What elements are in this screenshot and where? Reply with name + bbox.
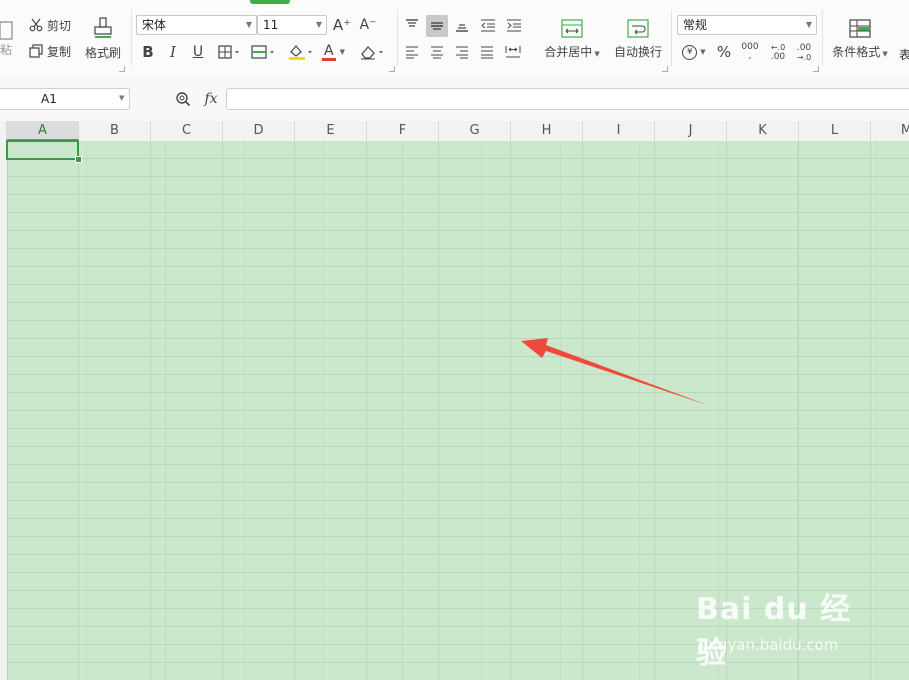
annotation-arrow [521, 338, 710, 406]
watermark-logo: Bai du 经验 [696, 592, 852, 671]
watermark-url: jingyan.baidu.com [700, 636, 839, 654]
baidu-watermark: Bai du 经验 jingyan.baidu.com [696, 584, 866, 671]
